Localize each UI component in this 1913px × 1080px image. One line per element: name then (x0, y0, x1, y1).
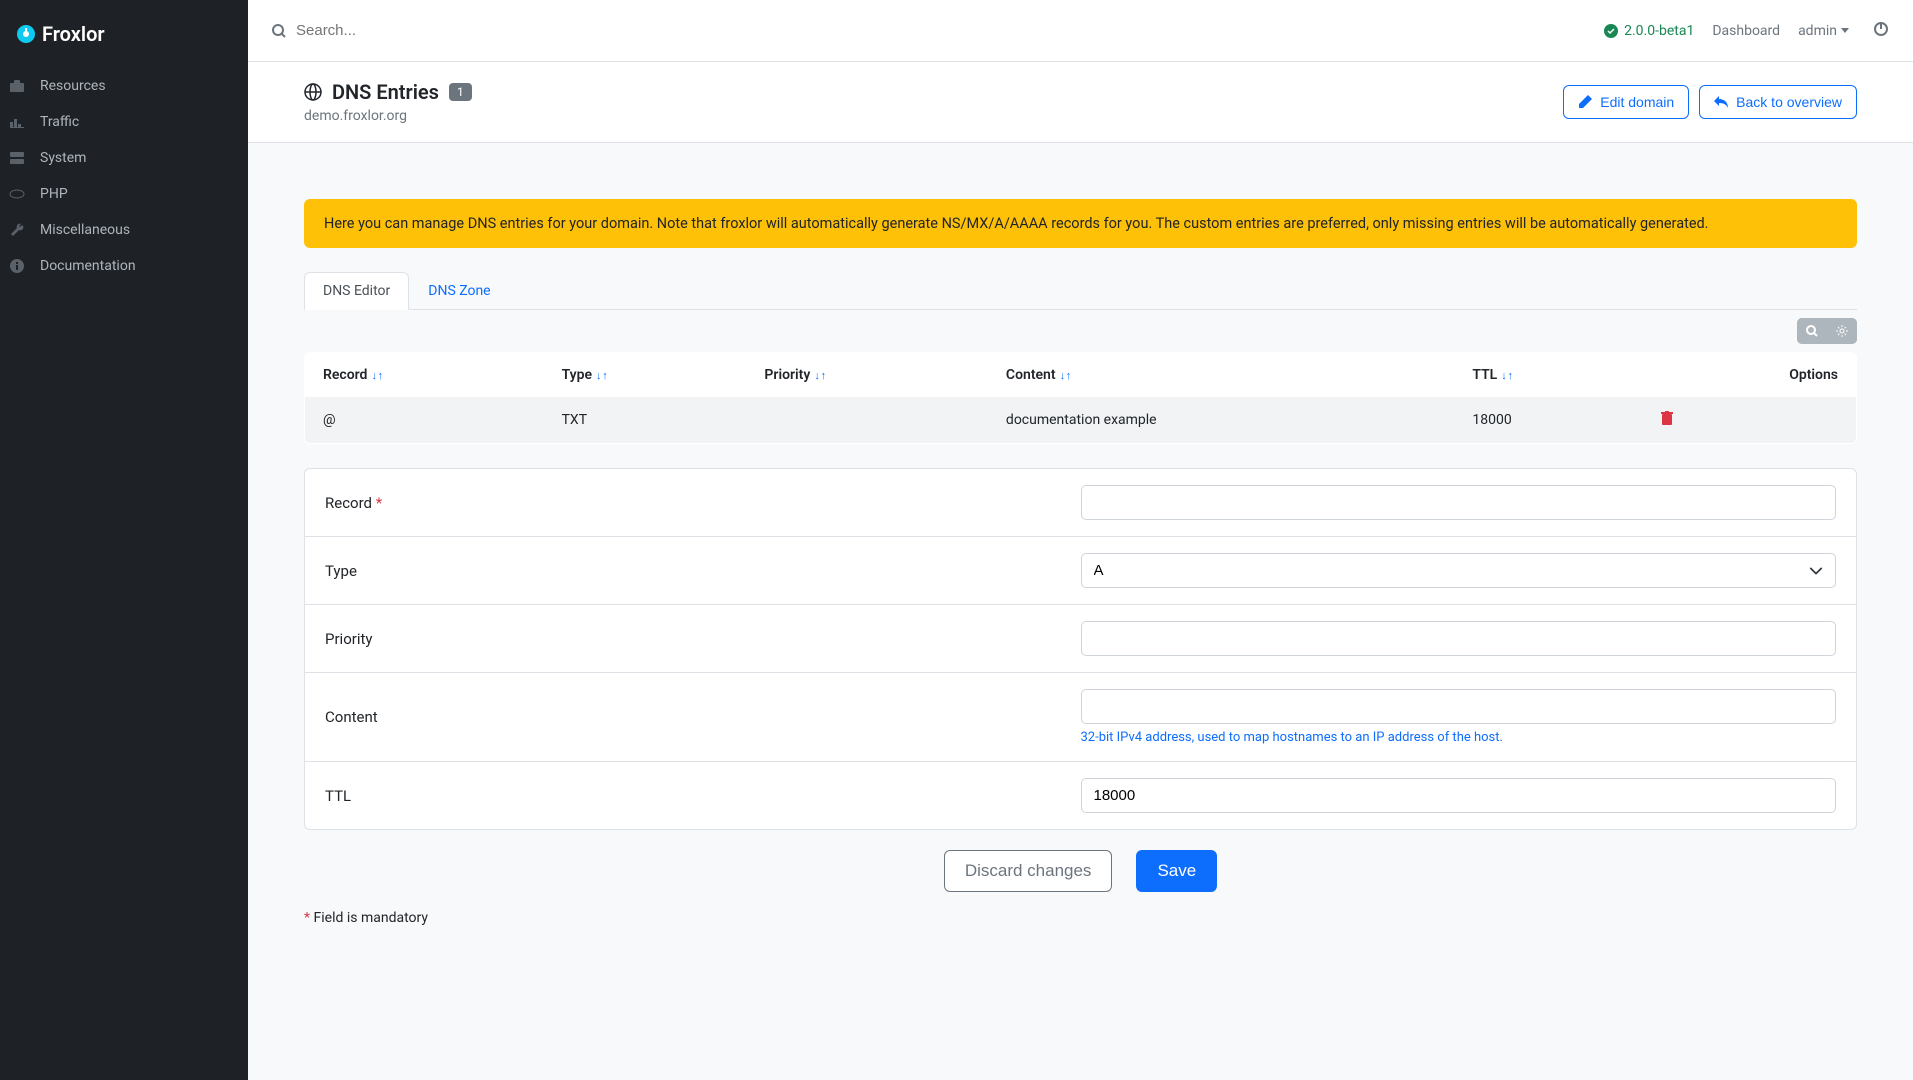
ttl-label: TTL (325, 787, 1081, 805)
cell-type: TXT (544, 397, 747, 444)
briefcase-icon (8, 78, 26, 94)
priority-input[interactable] (1081, 621, 1837, 656)
dns-entry-form: Record * Type A Priority Content 3 (304, 468, 1857, 830)
save-button[interactable]: Save (1136, 850, 1217, 892)
back-to-overview-button[interactable]: Back to overview (1699, 85, 1857, 119)
globe-icon (304, 83, 322, 101)
sidebar-item-system[interactable]: System (0, 140, 248, 176)
check-circle-icon (1604, 24, 1618, 38)
tab-dns-editor[interactable]: DNS Editor (304, 272, 409, 310)
col-record[interactable]: Record↓ ↑ (305, 353, 544, 398)
page-header: DNS Entries 1 demo.froxlor.org Edit doma… (248, 62, 1913, 143)
table-row: @ TXT documentation example 18000 (305, 397, 1857, 444)
type-label: Type (325, 562, 1081, 580)
tabs: DNS Editor DNS Zone (304, 272, 1857, 310)
sort-arrows-icon: ↓ ↑ (1501, 369, 1512, 382)
dns-entries-table: Record↓ ↑ Type↓ ↑ Priority↓ ↑ Content↓ ↑… (304, 352, 1857, 444)
cell-content: documentation example (988, 397, 1454, 444)
search-icon (272, 24, 286, 38)
entry-count-badge: 1 (449, 83, 472, 101)
sidebar-item-label: System (40, 150, 86, 166)
pencil-icon (1578, 95, 1592, 109)
trash-icon (1661, 411, 1673, 425)
sidebar-item-resources[interactable]: Resources (0, 68, 248, 104)
info-alert: Here you can manage DNS entries for your… (304, 199, 1857, 248)
col-options: Options (1643, 353, 1856, 398)
sidebar-nav: Resources Traffic System PHP Miscellaneo… (0, 68, 248, 284)
sort-arrows-icon: ↓ ↑ (596, 369, 607, 382)
sidebar-item-label: Resources (40, 78, 106, 94)
discard-button[interactable]: Discard changes (944, 850, 1113, 892)
table-settings-button[interactable] (1827, 318, 1857, 344)
froxlor-logo-icon (16, 24, 36, 44)
reply-icon (1714, 96, 1728, 108)
sidebar-item-label: Documentation (40, 258, 136, 274)
server-icon (8, 150, 26, 166)
chart-icon (8, 114, 26, 130)
record-input[interactable] (1081, 485, 1837, 520)
sidebar-item-label: Miscellaneous (40, 222, 130, 238)
info-icon (8, 258, 26, 274)
sidebar-item-php[interactable]: PHP (0, 176, 248, 212)
sidebar: Froxlor Resources Traffic System PHP Mis… (0, 0, 248, 1080)
page-title: DNS Entries (332, 80, 439, 104)
content-label: Content (325, 708, 1081, 726)
page-subtitle: demo.froxlor.org (304, 108, 472, 124)
col-ttl[interactable]: TTL↓ ↑ (1454, 353, 1643, 398)
search-input[interactable] (296, 22, 596, 39)
admin-dropdown[interactable]: admin (1798, 23, 1849, 39)
power-icon (1873, 21, 1889, 37)
dashboard-link[interactable]: Dashboard (1712, 23, 1780, 39)
caret-down-icon (1841, 28, 1849, 33)
topbar: 2.0.0-beta1 Dashboard admin (248, 0, 1913, 62)
content-input[interactable] (1081, 689, 1837, 724)
sidebar-item-miscellaneous[interactable]: Miscellaneous (0, 212, 248, 248)
priority-label: Priority (325, 630, 1081, 648)
logout-button[interactable] (1873, 21, 1889, 41)
sidebar-item-traffic[interactable]: Traffic (0, 104, 248, 140)
gear-icon (1836, 325, 1848, 337)
cell-ttl: 18000 (1454, 397, 1643, 444)
sort-arrows-icon: ↓ ↑ (814, 369, 825, 382)
edit-domain-button[interactable]: Edit domain (1563, 85, 1689, 119)
tab-dns-zone[interactable]: DNS Zone (409, 272, 509, 310)
col-priority[interactable]: Priority↓ ↑ (746, 353, 988, 398)
sidebar-item-label: Traffic (40, 114, 79, 130)
content-help-text: 32-bit IPv4 address, used to map hostnam… (1081, 730, 1837, 745)
col-content[interactable]: Content↓ ↑ (988, 353, 1454, 398)
table-search-button[interactable] (1797, 318, 1827, 344)
delete-row-button[interactable] (1643, 397, 1856, 444)
cell-record: @ (305, 397, 544, 444)
sidebar-item-documentation[interactable]: Documentation (0, 248, 248, 284)
required-marker: * (376, 494, 382, 512)
wrench-icon (8, 222, 26, 238)
brand-logo[interactable]: Froxlor (0, 0, 248, 68)
brand-name: Froxlor (42, 22, 105, 46)
version-badge[interactable]: 2.0.0-beta1 (1604, 23, 1694, 39)
sort-arrows-icon: ↓ ↑ (371, 369, 382, 382)
record-label: Record (325, 494, 372, 512)
table-toolbar (1797, 318, 1857, 344)
mandatory-note: * Field is mandatory (304, 910, 1857, 926)
php-icon (8, 186, 26, 202)
col-type[interactable]: Type↓ ↑ (544, 353, 747, 398)
cell-priority (746, 397, 988, 444)
type-select[interactable]: A (1081, 553, 1837, 588)
sort-arrows-icon: ↓ ↑ (1060, 369, 1071, 382)
ttl-input[interactable] (1081, 778, 1837, 813)
search-icon (1806, 325, 1818, 337)
sidebar-item-label: PHP (40, 186, 68, 202)
